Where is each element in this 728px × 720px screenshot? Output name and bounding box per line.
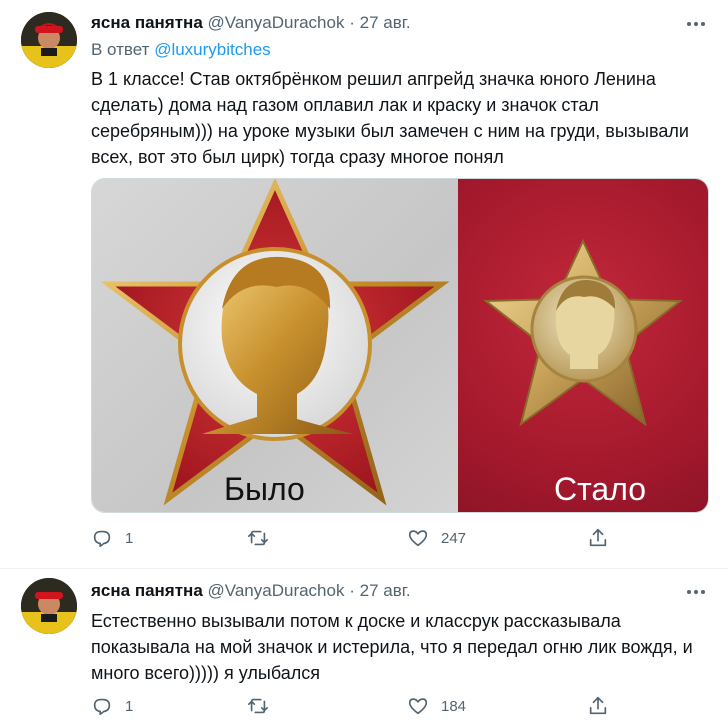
media-image-after[interactable]: Стало	[458, 179, 708, 512]
author-handle[interactable]: @VanyaDurachok	[208, 581, 345, 600]
like-count: 184	[441, 697, 467, 715]
media-image-before[interactable]: Было	[92, 179, 458, 512]
more-icon	[687, 22, 705, 26]
retweet-icon	[248, 698, 268, 714]
tweet-2[interactable]: ясна панятна @VanyaDurachok · 27 авг. Ес…	[0, 568, 728, 720]
share-icon	[589, 528, 607, 547]
like-button[interactable]: 184	[407, 695, 466, 717]
tweet-header: ясна панятна @VanyaDurachok · 27 авг.	[91, 580, 411, 602]
reply-count: 1	[125, 529, 134, 547]
more-button[interactable]	[684, 12, 708, 36]
reply-button[interactable]: 1	[91, 695, 133, 717]
author-name[interactable]: ясна панятна	[91, 581, 203, 600]
tweet-header: ясна панятна @VanyaDurachok · 27 авг.	[91, 12, 411, 34]
red-star-badge-image	[100, 179, 450, 506]
avatar[interactable]	[21, 578, 77, 634]
tweet-1[interactable]: ясна панятна @VanyaDurachok · 27 авг. В …	[0, 0, 728, 568]
tweet-text: В 1 классе! Став октябрёнком решил апгре…	[91, 69, 689, 167]
retweet-icon	[248, 530, 268, 546]
reply-handle-link[interactable]: @luxurybitches	[154, 40, 270, 59]
tweet-actions: 1 184	[91, 695, 621, 719]
heart-icon	[408, 698, 428, 715]
tweet-date[interactable]: 27 авг.	[360, 581, 411, 600]
tweet-media[interactable]: Было Стало	[91, 178, 709, 513]
reply-button[interactable]: 1	[91, 527, 133, 549]
like-button[interactable]: 247	[407, 527, 466, 549]
reply-icon	[93, 530, 111, 548]
separator: ·	[349, 13, 355, 32]
tweet-date[interactable]: 27 авг.	[360, 13, 411, 32]
caption-before: Было	[224, 471, 305, 507]
avatar[interactable]	[21, 12, 77, 68]
reply-icon	[93, 698, 111, 716]
author-name[interactable]: ясна панятна	[91, 13, 203, 32]
separator: ·	[349, 581, 355, 600]
retweet-button[interactable]	[247, 695, 281, 717]
author-handle[interactable]: @VanyaDurachok	[208, 13, 345, 32]
reply-prefix: В ответ	[91, 40, 150, 59]
gold-star-badge-image	[483, 238, 683, 427]
reply-count: 1	[125, 697, 134, 715]
share-button[interactable]	[587, 527, 609, 549]
retweet-button[interactable]	[247, 527, 281, 549]
like-count: 247	[441, 529, 467, 547]
more-button[interactable]	[684, 580, 708, 604]
heart-icon	[408, 530, 428, 547]
reply-context: В ответ @luxurybitches	[91, 40, 271, 60]
share-icon	[589, 696, 607, 715]
tweet-actions: 1 247	[91, 527, 621, 551]
tweet-text: Естественно вызывали потом к доске и кла…	[91, 611, 693, 683]
caption-after: Стало	[554, 471, 647, 507]
share-button[interactable]	[587, 695, 609, 717]
more-icon	[687, 590, 705, 594]
